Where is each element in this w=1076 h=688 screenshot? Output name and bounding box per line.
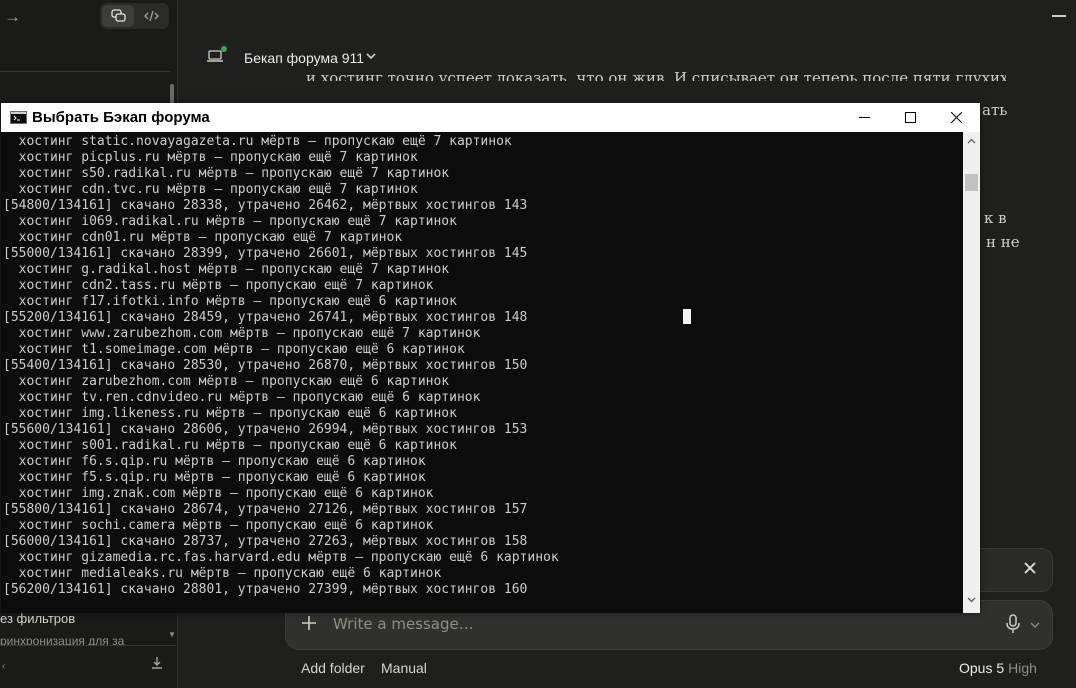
code-mode-button[interactable] [135, 5, 167, 27]
console-window[interactable]: Выбрать Бэкап форума хостинг static.nova… [1, 103, 980, 613]
console-line: хостинг zarubezhom.com мёртв — пропускаю… [3, 374, 450, 389]
console-line: хостинг cdn.tvc.ru мёртв — пропускаю ещё… [3, 182, 418, 197]
console-scrollbar[interactable] [963, 132, 980, 613]
message-input[interactable] [333, 614, 933, 634]
console-output[interactable]: хостинг static.novayagazeta.ru мёртв — п… [3, 134, 961, 612]
model-name: Opus 5 [959, 660, 1005, 676]
console-line: [54800/134161] скачано 28338, утрачено 2… [3, 198, 528, 213]
console-line: [55400/134161] скачано 28530, утрачено 2… [3, 358, 528, 373]
mode-toggle [100, 3, 169, 29]
app-root: → ез фильтров ринхронизация для за ▼ ‹ Б… [0, 0, 1076, 688]
menu-icon[interactable] [1052, 15, 1066, 17]
chat-mode-button[interactable] [102, 5, 134, 27]
add-folder-button[interactable]: Add folder [301, 660, 365, 676]
console-line: хостинг f17.ifotki.info мёртв — пропуска… [3, 294, 457, 309]
console-line: [56000/134161] скачано 28737, утрачено 2… [3, 534, 528, 549]
sidebar-divider [0, 71, 170, 72]
minimize-icon [859, 117, 870, 118]
console-line: хостинг cdn2.tass.ru мёртв — пропускаю е… [3, 278, 434, 293]
chat-bubbles-icon [111, 9, 126, 22]
notice-banner [978, 548, 1053, 592]
online-status-dot [221, 46, 227, 52]
chat-message-line: и хостинг точно успеет доказать, что он … [306, 69, 1006, 81]
manual-button[interactable]: Manual [381, 660, 427, 676]
console-line: [55200/134161] скачано 28459, утрачено 2… [3, 310, 528, 325]
text-cursor [683, 309, 691, 324]
console-line: хостинг cdn01.ru мёртв — пропускаю ещё 7… [3, 230, 403, 245]
chat-message-fragment: к в [984, 209, 1007, 227]
model-level: High [1008, 660, 1037, 676]
scroll-up-icon[interactable] [967, 138, 976, 144]
console-titlebar[interactable]: Выбрать Бэкап форума [1, 103, 980, 132]
console-title: Выбрать Бэкап форума [32, 109, 210, 126]
console-line: хостинг static.novayagazeta.ru мёртв — п… [3, 134, 512, 149]
console-line: хостинг sochi.camera мёртв — пропускаю е… [3, 518, 434, 533]
code-icon [144, 10, 159, 22]
chevron-down-icon[interactable] [1030, 621, 1040, 629]
console-line: хостинг img.likeness.ru мёртв — пропуска… [3, 406, 457, 421]
scroll-down-icon[interactable]: ▼ [168, 630, 176, 639]
project-title[interactable]: Бекап форума 911 [244, 50, 364, 66]
microphone-icon[interactable] [1005, 614, 1021, 634]
minimize-button[interactable] [841, 103, 887, 132]
console-line: хостинг img.znak.com мёртв — пропускаю е… [3, 486, 434, 501]
sidebar-cut-text: ринхронизация для за [0, 638, 125, 645]
console-line: [55600/134161] скачано 28606, утрачено 2… [3, 422, 528, 437]
console-line: хостинг s001.radikal.ru мёртв — пропуска… [3, 438, 457, 453]
console-line: хостинг medialeaks.ru мёртв — пропускаю … [3, 566, 442, 581]
arrow-right-icon[interactable]: → [4, 7, 21, 27]
console-line: хостинг gizamedia.rc.fas.harvard.edu мёр… [3, 550, 559, 565]
console-line: хостинг g.radikal.host мёртв — пропускаю… [3, 262, 450, 277]
plus-icon[interactable] [300, 614, 318, 632]
scrollbar-thumb[interactable] [965, 174, 978, 191]
console-line: [56200/134161] скачано 28801, утрачено 2… [3, 582, 528, 597]
console-line: хостинг www.zarubezhom.com мёртв — пропу… [3, 326, 481, 341]
console-line: хостинг f6.s.qip.ru мёртв — пропускаю ещ… [3, 454, 426, 469]
console-line: [55800/134161] скачано 28674, утрачено 2… [3, 502, 528, 517]
chevron-down-icon[interactable] [365, 51, 377, 61]
chevron-left-icon[interactable]: ‹ [2, 661, 5, 672]
scroll-down-icon[interactable] [967, 597, 976, 603]
sidebar-bottom-divider [0, 645, 176, 646]
console-line: хостинг tv.ren.cdnvideo.ru мёртв — пропу… [3, 390, 481, 405]
chat-message-fragment: н не [986, 233, 1020, 251]
console-line: хостинг picplus.ru мёртв — пропускаю ещё… [3, 150, 418, 165]
terminal-icon [10, 111, 27, 124]
close-window-button[interactable] [933, 103, 979, 132]
console-line: хостинг f5.s.qip.ru мёртв — пропускаю ещ… [3, 470, 426, 485]
model-selector[interactable]: Opus 5 High [959, 660, 1037, 676]
filter-option[interactable]: ез фильтров [0, 611, 75, 626]
download-icon[interactable] [150, 656, 164, 670]
console-line: хостинг s50.radikal.ru мёртв — пропускаю… [3, 166, 450, 181]
close-icon[interactable] [1022, 560, 1038, 576]
maximize-button[interactable] [887, 103, 933, 132]
close-icon [951, 112, 962, 123]
console-line: хостинг t1.someimage.com мёртв — пропуск… [3, 342, 465, 357]
maximize-icon [905, 112, 916, 123]
chat-message-line: ать [982, 101, 1008, 119]
console-line: хостинг i069.radikal.ru мёртв — пропуска… [3, 214, 457, 229]
console-line: [55000/134161] скачано 28399, утрачено 2… [3, 246, 528, 261]
